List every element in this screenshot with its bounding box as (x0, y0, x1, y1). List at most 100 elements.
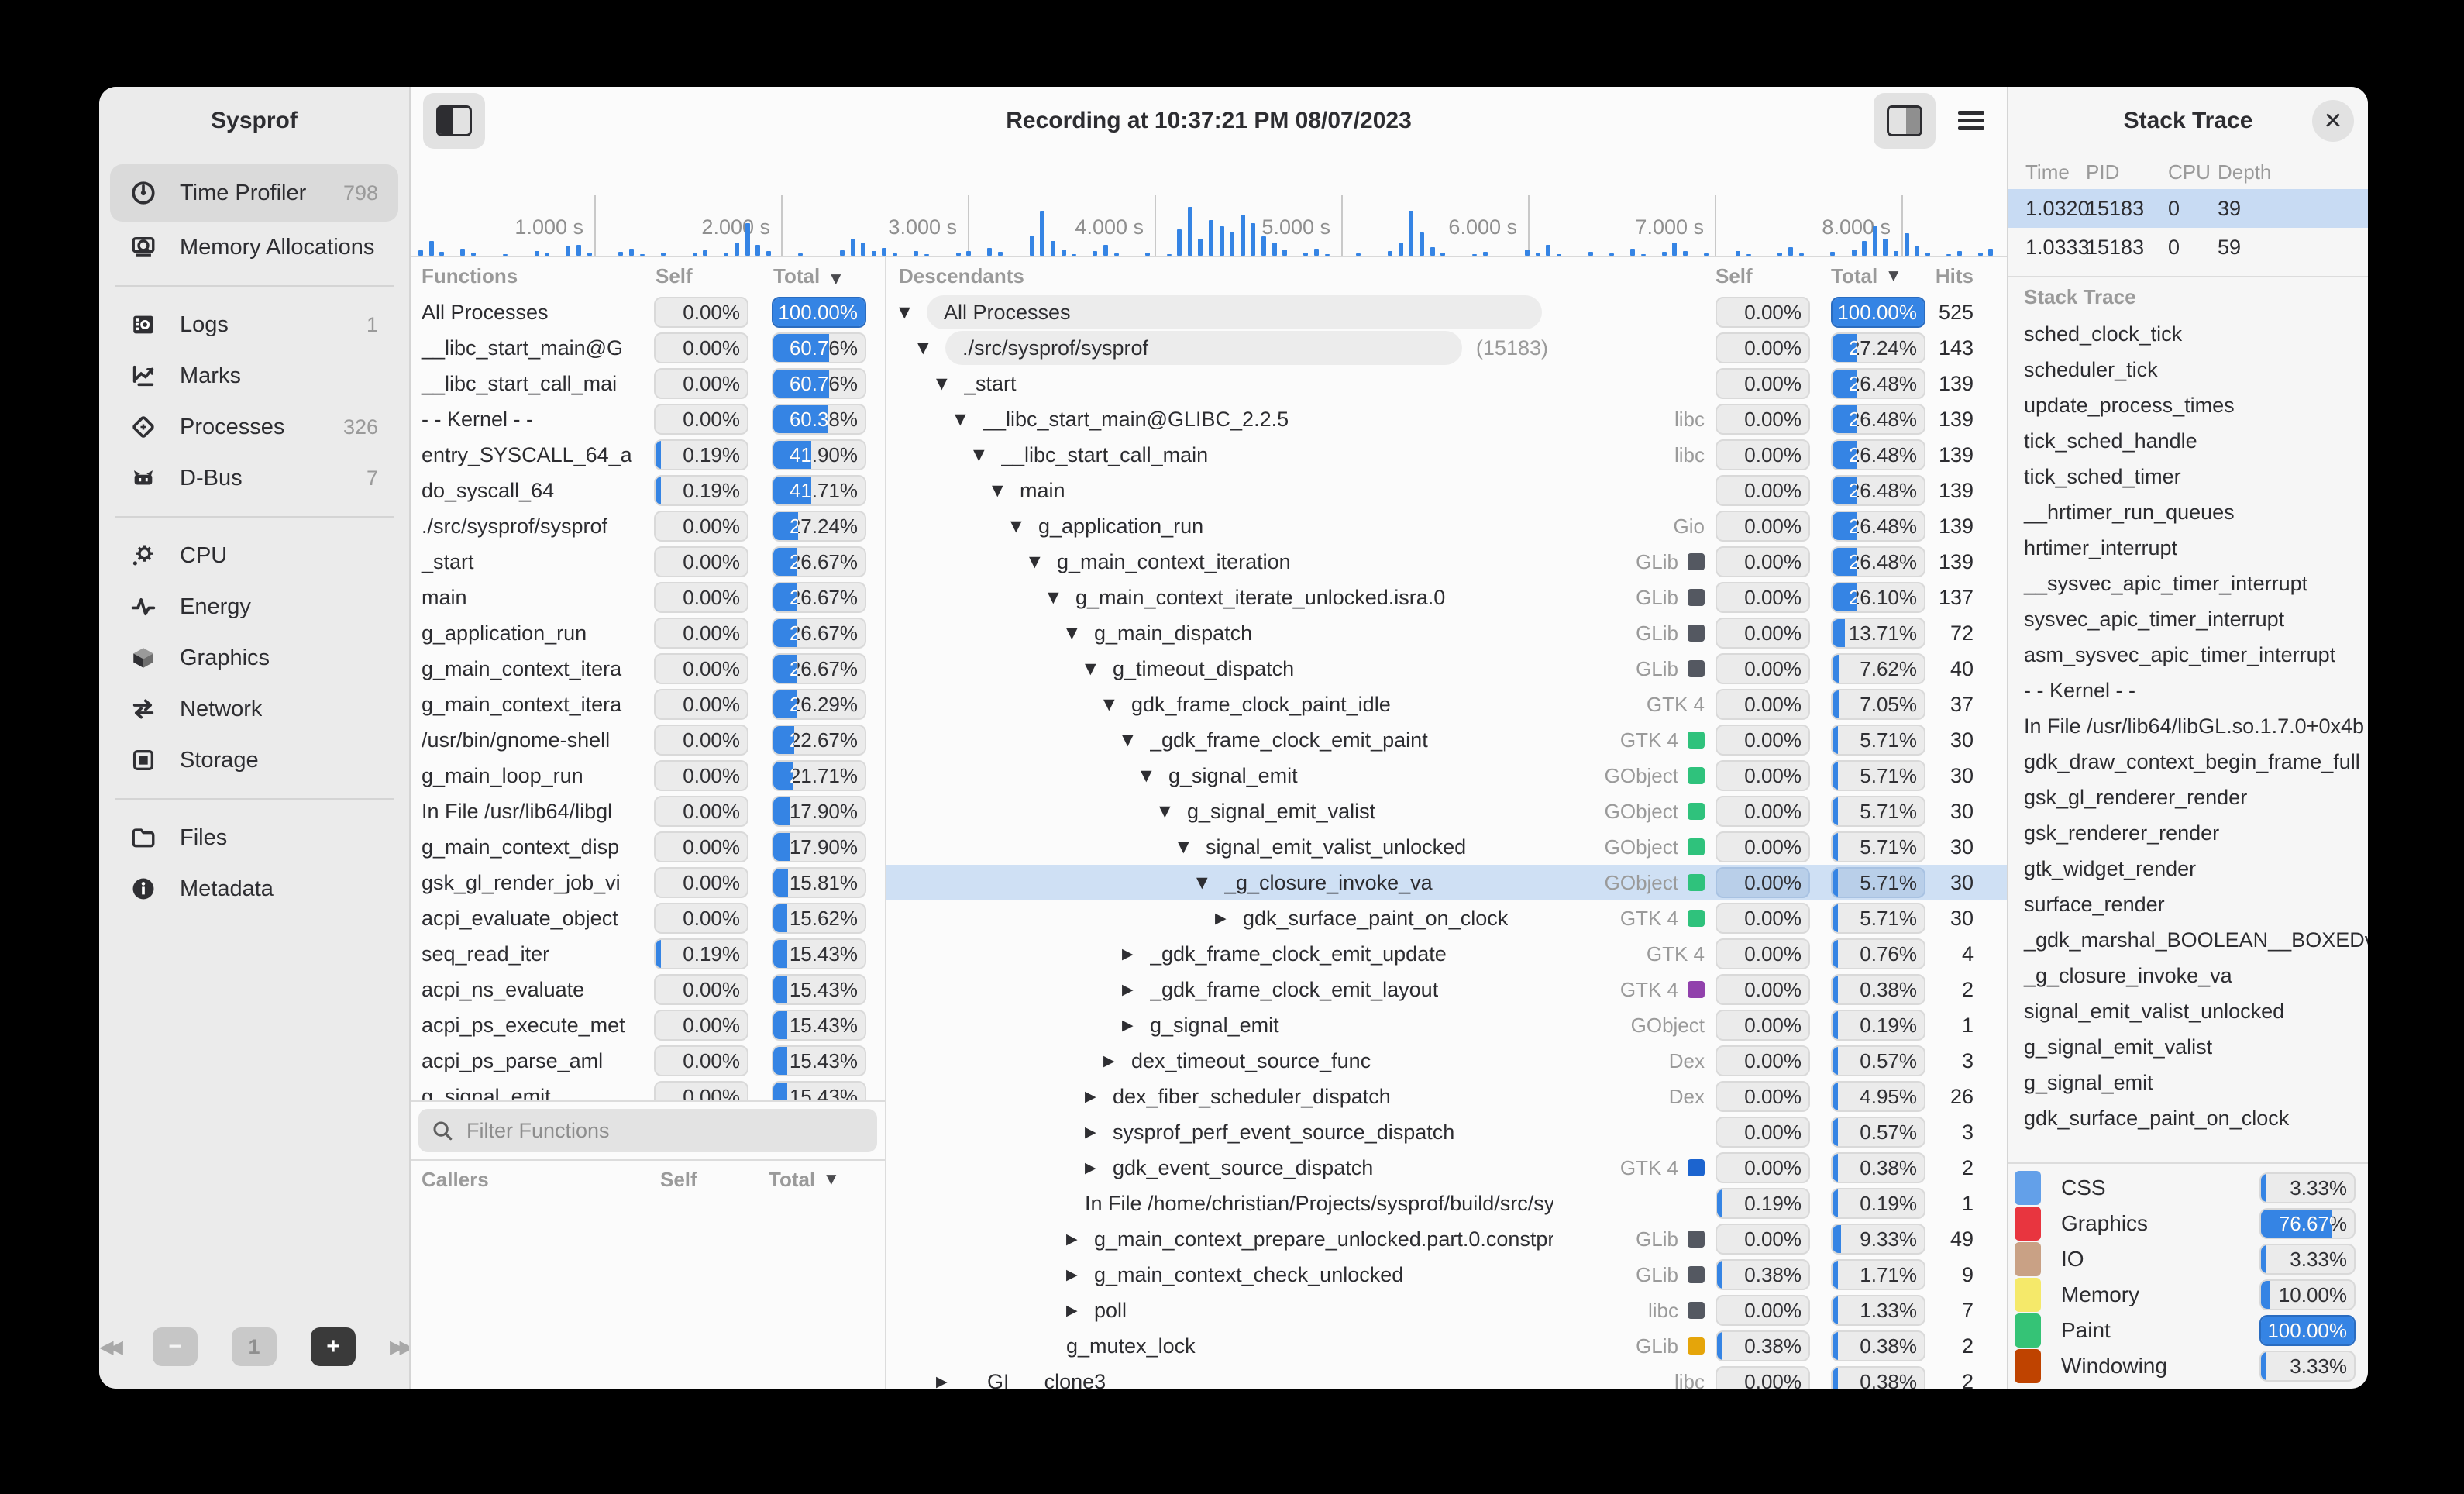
chevron-right-icon[interactable]: ▶ (1066, 1231, 1094, 1248)
descendant-row[interactable]: ▶dex_fiber_scheduler_dispatchDex0.00%4.9… (886, 1079, 2007, 1114)
callers-self-header[interactable]: Self (660, 1168, 769, 1192)
chevron-down-icon[interactable]: ▼ (1085, 660, 1113, 677)
descendant-row[interactable]: g_mutex_lockGLib0.38%0.38%0.38%0.38%2 (886, 1328, 2007, 1364)
descendant-row[interactable]: ▼signal_emit_valist_unlockedGObject0.00%… (886, 829, 2007, 865)
stack-sample-row[interactable]: 1.033315183059 (2008, 228, 2368, 267)
descendant-row[interactable]: ▼__libc_start_call_mainlibc0.00%26.48%26… (886, 437, 2007, 473)
descendant-row[interactable]: ▶polllibc0.00%1.33%1.33%7 (886, 1293, 2007, 1328)
descendants-self-header[interactable]: Self (1716, 264, 1810, 288)
chevron-down-icon[interactable]: ▼ (1159, 803, 1187, 820)
chevron-down-icon[interactable]: ▼ (1122, 732, 1150, 749)
sidebar-item-marks[interactable]: Marks (110, 350, 398, 401)
chevron-right-icon[interactable]: ▶ (1103, 1052, 1131, 1069)
chevron-right-icon[interactable]: ▶ (1122, 981, 1150, 998)
stack-frame[interactable]: gdk_draw_context_begin_frame_full (2008, 744, 2368, 780)
stack-frame[interactable]: g_signal_emit (2008, 1065, 2368, 1100)
descendant-row[interactable]: ▶__GI___clone3libc0.00%0.38%0.38%2 (886, 1364, 2007, 1389)
sidebar-item-metadata[interactable]: Metadata (110, 863, 398, 914)
chevron-down-icon[interactable]: ▼ (917, 339, 945, 356)
function-row[interactable]: seq_read_iter0.19%0.19%15.43%15.43% (411, 936, 885, 972)
descendant-row[interactable]: ▼_gdk_frame_clock_emit_paintGTK 40.00%5.… (886, 722, 2007, 758)
descendant-row[interactable]: ▼g_main_context_iterate_unlocked.isra.0G… (886, 580, 2007, 615)
descendant-row[interactable]: ▼_g_closure_invoke_vaGObject0.00%5.71%5.… (886, 865, 2007, 900)
descendant-row[interactable]: In File /home/christian/Projects/sysprof… (886, 1186, 2007, 1221)
stack-frame[interactable]: hrtimer_interrupt (2008, 530, 2368, 566)
sidebar-item-cpu[interactable]: CPU (110, 530, 398, 581)
chevron-down-icon[interactable]: ▼ (899, 304, 927, 321)
descendant-row[interactable]: ▶gdk_event_source_dispatchGTK 40.00%0.38… (886, 1150, 2007, 1186)
function-row[interactable]: g_signal_emit0.00%15.43%15.43% (411, 1079, 885, 1100)
function-row[interactable]: g_application_run0.00%26.67%26.67% (411, 615, 885, 651)
descendant-row[interactable]: ▼__libc_start_main@GLIBC_2.2.5libc0.00%2… (886, 401, 2007, 437)
descendant-row[interactable]: ▶gdk_surface_paint_on_clockGTK 40.00%5.7… (886, 900, 2007, 936)
function-row[interactable]: acpi_ns_evaluate0.00%15.43%15.43% (411, 972, 885, 1007)
panel-toggle-button[interactable] (1874, 93, 1936, 149)
stack-frame[interactable]: asm_sysvec_apic_timer_interrupt (2008, 637, 2368, 673)
chevron-right-icon[interactable]: ▶ (1122, 1017, 1150, 1034)
function-row[interactable]: main0.00%26.67%26.67% (411, 580, 885, 615)
stack-frame[interactable]: tick_sched_timer (2008, 459, 2368, 494)
fast-forward-icon[interactable]: ▶▶ (390, 1336, 409, 1358)
stack-frame[interactable]: tick_sched_handle (2008, 423, 2368, 459)
filter-functions-input[interactable] (465, 1118, 865, 1144)
descendant-row[interactable]: ▼_start0.00%26.48%26.48%139 (886, 366, 2007, 401)
stack-frame[interactable]: g_signal_emit_valist (2008, 1029, 2368, 1065)
function-row[interactable]: __libc_start_main@G0.00%60.76%60.76% (411, 330, 885, 366)
chevron-right-icon[interactable]: ▶ (936, 1373, 964, 1389)
descendant-row[interactable]: ▶_gdk_frame_clock_emit_updateGTK 40.00%0… (886, 936, 2007, 972)
function-row[interactable]: do_syscall_640.19%0.19%41.71%41.71% (411, 473, 885, 508)
descendant-row[interactable]: ▶sysprof_perf_event_source_dispatch0.00%… (886, 1114, 2007, 1150)
timeline-ruler[interactable]: 1.000 s2.000 s3.000 s4.000 s5.000 s6.000… (411, 155, 2007, 257)
function-row[interactable]: g_main_context_itera0.00%26.29%26.29% (411, 687, 885, 722)
sidebar-item-memory-allocations[interactable]: Memory Allocations (110, 222, 398, 273)
chevron-down-icon[interactable]: ▼ (992, 482, 1020, 499)
stack-frame[interactable]: gdk_surface_paint_on_clock (2008, 1100, 2368, 1136)
function-row[interactable]: entry_SYSCALL_64_a0.19%0.19%41.90%41.90% (411, 437, 885, 473)
chevron-down-icon[interactable]: ▼ (1178, 838, 1206, 855)
stack-frame[interactable]: __sysvec_apic_timer_interrupt (2008, 566, 2368, 601)
stack-frame[interactable]: update_process_times (2008, 387, 2368, 423)
chevron-down-icon[interactable]: ▼ (1103, 696, 1131, 713)
function-row[interactable]: __libc_start_call_mai0.00%60.76%60.76% (411, 366, 885, 401)
chevron-down-icon[interactable]: ▼ (1196, 874, 1224, 891)
chevron-down-icon[interactable]: ▼ (973, 446, 1001, 463)
stack-frame[interactable]: gtk_widget_render (2008, 851, 2368, 886)
chevron-down-icon[interactable]: ▼ (955, 411, 983, 428)
descendant-row[interactable]: ▼g_main_context_iterationGLib0.00%26.48%… (886, 544, 2007, 580)
stack-frame[interactable]: _gdk_marshal_BOOLEAN__BOXEDv (2008, 922, 2368, 958)
chevron-right-icon[interactable]: ▶ (1085, 1088, 1113, 1105)
chevron-down-icon[interactable]: ▼ (1029, 553, 1057, 570)
chevron-down-icon[interactable]: ▼ (1048, 589, 1075, 606)
descendant-row[interactable]: ▼All Processes0.00%100.00%100.00%525 (886, 294, 2007, 330)
function-row[interactable]: g_main_loop_run0.00%21.71%21.71% (411, 758, 885, 793)
descendant-row[interactable]: ▼gdk_frame_clock_paint_idleGTK 40.00%7.0… (886, 687, 2007, 722)
descendant-row[interactable]: ▶g_main_context_check_unlockedGLib0.38%0… (886, 1257, 2007, 1293)
chevron-right-icon[interactable]: ▶ (1085, 1159, 1113, 1176)
menu-button[interactable] (1940, 93, 2002, 149)
function-row[interactable]: In File /usr/lib64/libgl0.00%17.90%17.90… (411, 793, 885, 829)
sidebar-item-files[interactable]: Files (110, 812, 398, 863)
sidebar-toggle-button[interactable] (423, 93, 485, 149)
functions-total-header[interactable]: Total▼ (773, 264, 841, 288)
descendant-row[interactable]: ▼g_application_runGio0.00%26.48%26.48%13… (886, 508, 2007, 544)
function-row[interactable]: gsk_gl_render_job_vi0.00%15.81%15.81% (411, 865, 885, 900)
function-row[interactable]: acpi_ps_parse_aml0.00%15.43%15.43% (411, 1043, 885, 1079)
chevron-down-icon[interactable]: ▼ (936, 375, 964, 392)
stack-frame[interactable]: - - Kernel - - (2008, 673, 2368, 708)
zoom-out-button[interactable]: − (153, 1327, 198, 1366)
descendant-row[interactable]: ▼g_signal_emitGObject0.00%5.71%5.71%30 (886, 758, 2007, 793)
rewind-icon[interactable]: ◀◀ (99, 1336, 119, 1358)
stack-frame[interactable]: sysvec_apic_timer_interrupt (2008, 601, 2368, 637)
chevron-right-icon[interactable]: ▶ (1066, 1266, 1094, 1283)
sidebar-item-energy[interactable]: Energy (110, 581, 398, 632)
function-row[interactable]: All Processes0.00%100.00%100.00% (411, 294, 885, 330)
sidebar-item-d-bus[interactable]: D-Bus7 (110, 453, 398, 504)
descendant-row[interactable]: ▼main0.00%26.48%26.48%139 (886, 473, 2007, 508)
descendant-row[interactable]: ▶g_signal_emitGObject0.00%0.19%0.19%1 (886, 1007, 2007, 1043)
descendant-row[interactable]: ▼g_timeout_dispatchGLib0.00%7.62%7.62%40 (886, 651, 2007, 687)
stack-frame[interactable]: scheduler_tick (2008, 352, 2368, 387)
function-row[interactable]: g_main_context_itera0.00%26.67%26.67% (411, 651, 885, 687)
functions-self-header[interactable]: Self (656, 264, 773, 288)
chevron-right-icon[interactable]: ▶ (1122, 945, 1150, 962)
function-row[interactable]: /usr/bin/gnome-shell0.00%22.67%22.67% (411, 722, 885, 758)
